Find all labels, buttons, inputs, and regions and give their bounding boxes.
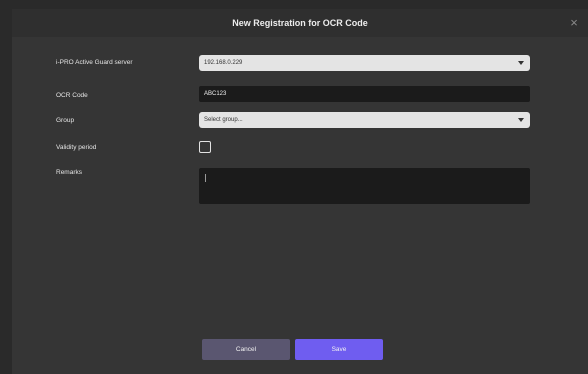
ocr-code-label: OCR Code	[56, 92, 88, 99]
remarks-textarea[interactable]	[199, 168, 530, 204]
save-button[interactable]: Save	[295, 339, 383, 360]
chevron-down-icon	[518, 61, 524, 65]
chevron-down-icon	[518, 118, 524, 122]
ocr-registration-dialog: New Registration for OCR Code × i-PRO Ac…	[12, 9, 588, 374]
server-label: i-PRO Active Guard server	[56, 59, 133, 66]
group-select-placeholder: Select group...	[204, 117, 243, 123]
dialog-title: New Registration for OCR Code	[232, 18, 368, 28]
group-label: Group	[56, 117, 75, 124]
ocr-code-input[interactable]: ABC123	[199, 86, 530, 102]
cancel-button[interactable]: Cancel	[202, 339, 290, 360]
close-icon[interactable]: ×	[566, 15, 582, 31]
group-select[interactable]: Select group...	[199, 112, 530, 128]
remarks-label: Remarks	[56, 169, 83, 176]
validity-period-label: Validity period	[56, 144, 97, 151]
validity-period-checkbox[interactable]	[199, 141, 211, 153]
dialog-title-bar: New Registration for OCR Code ×	[12, 9, 588, 37]
text-cursor	[205, 174, 206, 182]
server-select-value: 192.168.0.229	[204, 60, 243, 66]
server-select[interactable]: 192.168.0.229	[199, 55, 530, 71]
